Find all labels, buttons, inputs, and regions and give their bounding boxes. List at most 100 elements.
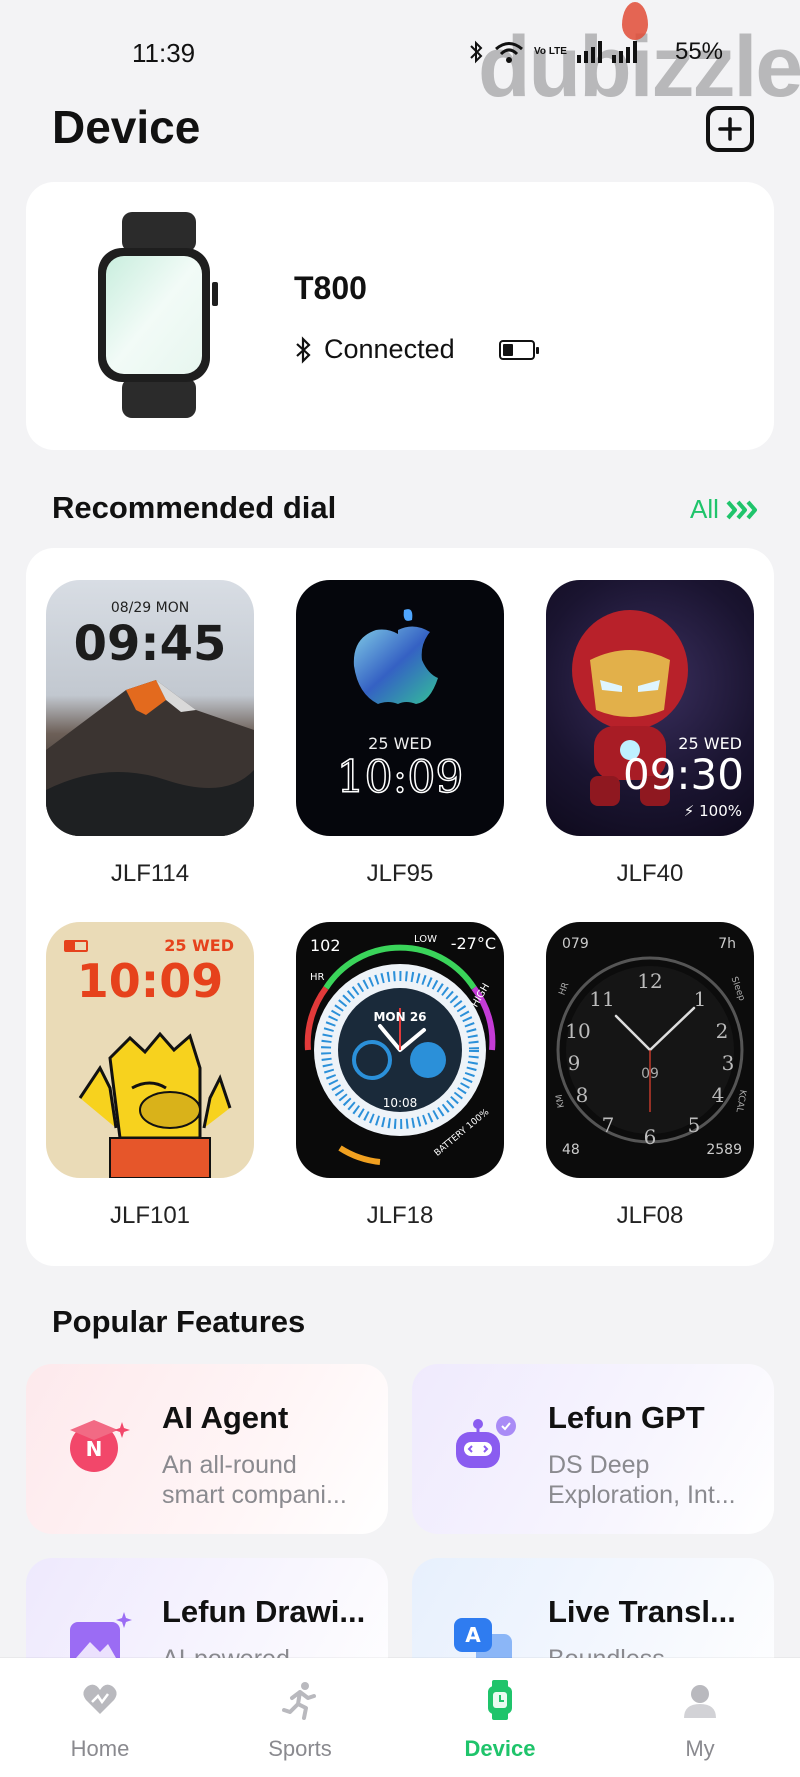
all-label: All bbox=[690, 494, 719, 524]
dial-temp: -27°C bbox=[450, 934, 496, 953]
dial-name: JLF08 bbox=[616, 1202, 684, 1229]
analog-dial-image: 1212 345 678 91011 bbox=[556, 956, 744, 1149]
dial-battery: ⚡ 100% bbox=[683, 802, 742, 820]
watch-icon bbox=[488, 1680, 512, 1720]
heart-icon bbox=[83, 1684, 117, 1714]
device-battery-icon bbox=[498, 339, 539, 360]
dial-item-jlf08[interactable]: 12 1 2 345 678 9 10 11 079 7h HR Sleep KM KC… bbox=[546, 922, 754, 1230]
dial-item-jlf114[interactable]: 08/29 MON 09:45 JLF114 bbox=[46, 580, 254, 888]
dial-bottom-left: 48 bbox=[562, 1142, 580, 1158]
dial-date: 08/29 MON bbox=[110, 600, 190, 616]
status-bar: 11:39 dubizzle Vo LTE 55% bbox=[0, 0, 800, 115]
feature-title: Live Transl... bbox=[548, 1594, 736, 1629]
dial-time: 09:30 bbox=[622, 750, 744, 799]
nav-device[interactable]: Device bbox=[440, 1658, 560, 1777]
dial-center-value: 09 bbox=[641, 1066, 659, 1082]
popular-features-title: Popular Features bbox=[52, 1304, 306, 1339]
dial-name: JLF18 bbox=[366, 1202, 434, 1229]
nav-sports[interactable]: Sports bbox=[240, 1658, 360, 1777]
dial-item-jlf40[interactable]: 25 WED 09:30 ⚡ 100% JLF40 bbox=[546, 580, 754, 888]
feature-lefun-gpt[interactable]: Lefun GPT DS Deep Exploration, Int... bbox=[412, 1364, 774, 1534]
dial-item-jlf101[interactable]: 25 WED 10:09 JLF101 bbox=[46, 922, 254, 1230]
plus-icon bbox=[718, 117, 742, 141]
dial-preview: 25 WED 10:09 bbox=[46, 922, 254, 1178]
dial-item-jlf95[interactable]: 25 WED 10:09 JLF95 bbox=[296, 580, 504, 888]
runner-icon bbox=[282, 1682, 316, 1720]
dial-steps: 079 bbox=[562, 936, 589, 952]
feature-description: DS Deep Exploration, Int... bbox=[548, 1451, 736, 1509]
svg-text:2: 2 bbox=[716, 1019, 729, 1043]
dial-name: JLF101 bbox=[109, 1202, 191, 1229]
battery-icon bbox=[64, 940, 88, 952]
nav-label: Device bbox=[464, 1736, 536, 1761]
dial-time: 10:08 bbox=[382, 1096, 418, 1110]
feature-description: An all-round smart compani... bbox=[162, 1451, 347, 1509]
feature-title: Lefun Drawi... bbox=[162, 1594, 366, 1629]
wifi-icon bbox=[495, 42, 523, 63]
battery-percent: 55% bbox=[674, 38, 724, 65]
svg-text:8: 8 bbox=[576, 1083, 589, 1107]
svg-text:11: 11 bbox=[589, 987, 614, 1011]
svg-text:10: 10 bbox=[565, 1019, 590, 1043]
dial-all-link[interactable]: All bbox=[690, 494, 761, 525]
dial-preview: 25 WED 10:09 bbox=[296, 580, 504, 836]
dial-preview: 08/29 MON 09:45 bbox=[46, 580, 254, 836]
volte-indicator: Vo LTE bbox=[534, 46, 567, 57]
bottom-nav: Home Sports Device My bbox=[0, 1658, 800, 1777]
bluetooth-icon bbox=[470, 40, 483, 64]
dial-time: 10:09 bbox=[76, 954, 224, 1008]
apple-logo-image bbox=[353, 609, 438, 704]
svg-text:7: 7 bbox=[602, 1113, 615, 1137]
nav-label: Sports bbox=[268, 1736, 332, 1761]
dial-item-jlf18[interactable]: 102 LOW -27°C HIGH HR MON 26 10:08 BATTE… bbox=[296, 922, 504, 1230]
dial-hr: HR bbox=[310, 972, 325, 983]
feature-title: Lefun GPT bbox=[548, 1400, 705, 1435]
dial-preview: 12 1 2 345 678 9 10 11 079 7h HR Sleep KM KC… bbox=[546, 922, 754, 1178]
dial-low: LOW bbox=[414, 934, 437, 945]
ai-agent-icon: N bbox=[70, 1420, 130, 1472]
dial-km-label: KM bbox=[554, 1093, 567, 1109]
feature-title: AI Agent bbox=[162, 1400, 289, 1435]
cartoon-character-image bbox=[78, 1031, 232, 1178]
dial-name: JLF95 bbox=[366, 860, 434, 887]
svg-text:5: 5 bbox=[688, 1113, 701, 1137]
svg-text:6: 6 bbox=[644, 1125, 657, 1149]
dial-name: JLF114 bbox=[110, 860, 190, 887]
page-title: Device bbox=[52, 101, 201, 153]
smartwatch-image bbox=[98, 212, 218, 418]
device-connection-status: Connected bbox=[294, 334, 539, 365]
add-device-button[interactable] bbox=[706, 106, 754, 152]
robot-icon bbox=[456, 1416, 516, 1468]
dial-bottom-right: 2589 bbox=[706, 1142, 742, 1158]
dial-time: 09:45 bbox=[73, 616, 227, 672]
dial-preview: 25 WED 09:30 ⚡ 100% bbox=[546, 580, 754, 836]
svg-text:4: 4 bbox=[712, 1083, 725, 1107]
dial-grid: 08/29 MON 09:45 JLF114 25 WED 10:09 JLF9… bbox=[26, 548, 774, 1266]
bluetooth-icon bbox=[296, 335, 311, 364]
nav-home[interactable]: Home bbox=[40, 1658, 160, 1777]
watermark-flame-icon bbox=[622, 2, 648, 40]
nav-label: Home bbox=[70, 1736, 130, 1761]
moon-icon bbox=[649, 43, 659, 61]
dial-time: 10:09 bbox=[336, 751, 464, 804]
dial-date: MON 26 bbox=[373, 1010, 427, 1024]
status-icons: Vo LTE 55% bbox=[468, 38, 723, 66]
triple-chevron-right-icon bbox=[726, 500, 757, 519]
dial-steps: 102 bbox=[310, 936, 341, 955]
signal-2-icon bbox=[611, 41, 637, 63]
svg-text:12: 12 bbox=[637, 969, 662, 993]
nav-label: My bbox=[685, 1736, 715, 1761]
dial-sleep-hours: 7h bbox=[718, 936, 736, 952]
device-name: T800 bbox=[294, 270, 367, 306]
signal-1-icon bbox=[576, 41, 602, 63]
nav-my[interactable]: My bbox=[640, 1658, 760, 1777]
dial-preview: 102 LOW -27°C HIGH HR MON 26 10:08 BATTE… bbox=[296, 922, 504, 1178]
status-time: 11:39 bbox=[132, 38, 196, 68]
svg-text:A: A bbox=[465, 1623, 481, 1647]
device-card[interactable]: T800 Connected bbox=[26, 182, 774, 450]
person-icon bbox=[684, 1685, 716, 1718]
compass-dial-image bbox=[304, 944, 496, 1165]
feature-ai-agent[interactable]: N AI Agent An all-round smart compani... bbox=[26, 1364, 388, 1534]
dial-date: 25 WED bbox=[164, 936, 234, 955]
dial-date: 25 WED bbox=[368, 734, 432, 753]
